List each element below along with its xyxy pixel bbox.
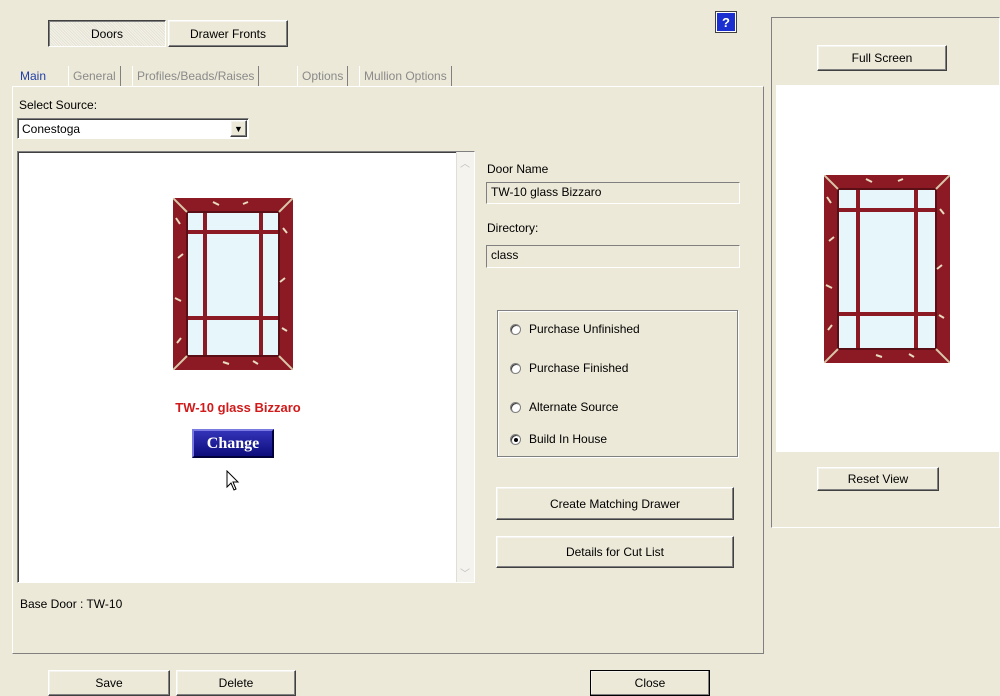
source-select-value: Conestoga	[22, 122, 81, 136]
tab-main[interactable]: Main	[16, 66, 50, 86]
save-button[interactable]: Save	[48, 670, 170, 696]
reset-view-button[interactable]: Reset View	[817, 467, 939, 491]
radio-label: Build In House	[529, 432, 608, 446]
tab-general[interactable]: General	[68, 66, 121, 86]
door-name-field[interactable]: TW-10 glass Bizzaro	[486, 182, 740, 204]
create-matching-drawer-button[interactable]: Create Matching Drawer	[496, 487, 734, 520]
directory-field[interactable]: class	[486, 245, 740, 268]
door-preview-pane: ︿ ﹀ TW-10 glass Bizzaro Change	[17, 151, 475, 583]
scroll-down-icon[interactable]: ﹀	[457, 564, 473, 580]
chevron-down-icon[interactable]: ▼	[230, 120, 247, 137]
radio-button[interactable]	[510, 323, 521, 335]
door-thumbnail-image	[173, 198, 293, 370]
drawer-fronts-tab-button[interactable]: Drawer Fronts	[168, 20, 288, 47]
door-title: TW-10 glass Bizzaro	[175, 400, 301, 415]
radio-build-in-house[interactable]: Build In House	[510, 432, 607, 446]
delete-button[interactable]: Delete	[176, 670, 296, 696]
door-name-label: Door Name	[487, 162, 549, 176]
radio-button[interactable]	[510, 362, 521, 374]
details-cut-list-button[interactable]: Details for Cut List	[496, 536, 734, 568]
radio-purchase-unfinished[interactable]: Purchase Unfinished	[510, 322, 640, 336]
radio-button[interactable]	[510, 433, 521, 445]
radio-label: Alternate Source	[529, 400, 619, 414]
tab-mullion-options[interactable]: Mullion Options	[359, 66, 452, 86]
radio-alternate-source[interactable]: Alternate Source	[510, 400, 618, 414]
close-button[interactable]: Close	[590, 670, 710, 696]
tab-profiles-beads-raises[interactable]: Profiles/Beads/Raises	[132, 66, 260, 86]
radio-label: Purchase Finished	[529, 361, 629, 375]
select-source-label: Select Source:	[19, 98, 98, 112]
full-screen-button[interactable]: Full Screen	[817, 45, 947, 71]
change-button[interactable]: Change	[192, 429, 274, 458]
base-door-label: Base Door : TW-10	[20, 597, 123, 611]
directory-label: Directory:	[487, 221, 539, 235]
tab-options[interactable]: Options	[297, 66, 349, 86]
radio-label: Purchase Unfinished	[529, 322, 640, 336]
mouse-cursor-icon	[226, 470, 240, 491]
preview-scrollbar[interactable]: ︿ ﹀	[456, 152, 474, 582]
doors-tab-button[interactable]: Doors	[48, 20, 166, 47]
radio-button[interactable]	[510, 401, 521, 413]
scroll-up-icon[interactable]: ︿	[457, 154, 473, 170]
door-large-image	[824, 175, 950, 363]
source-select[interactable]: Conestoga ▼	[17, 118, 249, 139]
radio-purchase-finished[interactable]: Purchase Finished	[510, 361, 628, 375]
help-icon[interactable]: ?	[715, 11, 737, 33]
